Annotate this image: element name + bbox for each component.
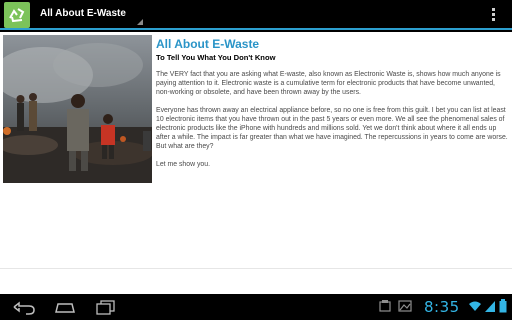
- article: All About E-Waste To Tell You What You D…: [156, 35, 510, 177]
- article-title: All About E-Waste: [156, 37, 260, 51]
- wifi-icon: [469, 301, 481, 311]
- screenshot-icon: [379, 300, 391, 312]
- spinner-indicator-icon: [137, 19, 143, 25]
- content-area: All About E-Waste To Tell You What You D…: [0, 32, 512, 294]
- gallery-icon: [398, 300, 412, 312]
- recycle-icon[interactable]: [4, 2, 30, 28]
- article-paragraph: The VERY fact that you are asking what E…: [156, 71, 501, 97]
- divider: [0, 268, 512, 269]
- e-waste-dump-photo: [3, 35, 152, 183]
- system-bar: 8:35: [0, 294, 512, 320]
- overflow-menu-icon[interactable]: [490, 8, 496, 22]
- article-subtitle: To Tell You What You Don't Know: [156, 53, 276, 62]
- app-title[interactable]: All About E-Waste: [40, 8, 126, 19]
- article-paragraph: Everyone has thrown away an electrical a…: [156, 106, 508, 151]
- signal-icon: [485, 301, 495, 312]
- back-icon[interactable]: [12, 298, 36, 316]
- action-bar: All About E-Waste: [0, 0, 512, 30]
- recent-apps-icon[interactable]: [94, 298, 118, 316]
- status-clock: 8:35: [424, 298, 460, 316]
- home-icon[interactable]: [53, 298, 77, 316]
- battery-icon: [499, 299, 507, 313]
- article-paragraph: Let me show you.: [156, 160, 211, 168]
